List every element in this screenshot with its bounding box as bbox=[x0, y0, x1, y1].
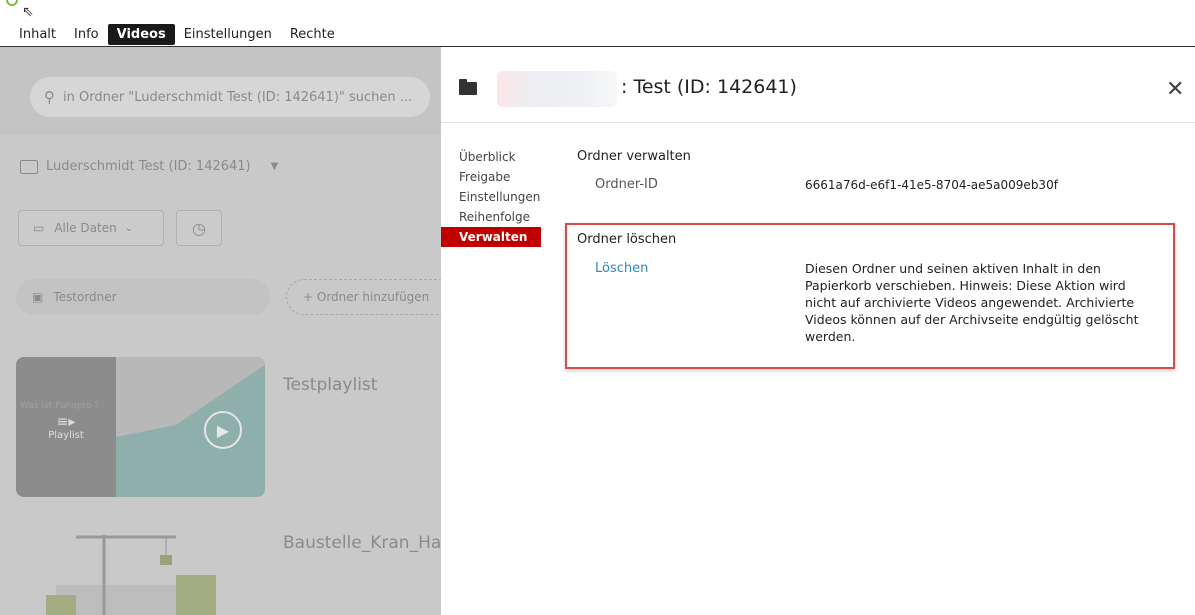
status-dot-icon bbox=[6, 0, 18, 6]
play-icon: ▶ bbox=[204, 411, 242, 449]
overlay-text: Was ist Panopto ? bbox=[20, 401, 100, 411]
mouse-cursor-icon: ⇖ bbox=[22, 4, 34, 20]
history-button[interactable]: ◷ bbox=[176, 210, 222, 246]
folder-selector[interactable]: Luderschmidt Test (ID: 142641) ▼ bbox=[20, 159, 278, 174]
search-icon: ⚲ bbox=[44, 88, 55, 106]
settings-nav: Überblick Freigabe Einstellungen Reihenf… bbox=[441, 147, 541, 247]
manage-section: Ordner verwalten bbox=[577, 149, 1177, 164]
search-input[interactable]: ⚲ in Ordner "Luderschmidt Test (ID: 1426… bbox=[30, 77, 430, 117]
subfolder-item[interactable]: ▣ Testordner bbox=[16, 279, 270, 315]
folder-id-value: 6661a76d-e6f1-41e5-8704-ae5a009eb30f bbox=[805, 178, 1058, 192]
panel-header: : Test (ID: 142641) ✕ bbox=[441, 47, 1195, 123]
video-thumbnail[interactable] bbox=[16, 515, 265, 615]
chevron-down-icon: ⌄ bbox=[124, 222, 134, 234]
calendar-icon: ▭ bbox=[33, 221, 45, 235]
redacted-name bbox=[497, 71, 617, 107]
nav-item-einstellungen[interactable]: Einstellungen bbox=[441, 187, 541, 207]
playlist-overlay: Was ist Panopto ? ≡▸ Playlist bbox=[16, 357, 116, 497]
playlist-icon: ≡▸ bbox=[56, 413, 76, 430]
folder-icon bbox=[20, 159, 38, 174]
playlist-badge: Playlist bbox=[48, 429, 84, 441]
delete-link[interactable]: Löschen bbox=[595, 261, 648, 276]
tab-bar: Inhalt Info Videos Einstellungen Rechte bbox=[10, 24, 344, 45]
delete-section-title: Ordner löschen bbox=[577, 232, 677, 247]
folder-id-label: Ordner-ID bbox=[595, 177, 658, 192]
tab-einstellungen[interactable]: Einstellungen bbox=[175, 24, 281, 45]
tab-videos[interactable]: Videos bbox=[107, 24, 175, 45]
nav-item-ueberblick[interactable]: Überblick bbox=[441, 147, 541, 167]
nav-item-verwalten[interactable]: Verwalten bbox=[441, 227, 541, 247]
folder-icon bbox=[459, 79, 477, 95]
folder-browser-backdrop: ⚲ in Ordner "Luderschmidt Test (ID: 1426… bbox=[0, 47, 441, 615]
folder-settings-panel: : Test (ID: 142641) ✕ Überblick Freigabe… bbox=[441, 47, 1195, 615]
subfolder-icon: ▣ bbox=[32, 290, 44, 304]
tab-rechte[interactable]: Rechte bbox=[281, 24, 344, 45]
add-folder-button[interactable]: + Ordner hinzufügen bbox=[286, 279, 441, 315]
tab-info[interactable]: Info bbox=[65, 24, 108, 45]
add-folder-label: + Ordner hinzufügen bbox=[303, 290, 430, 304]
item-title[interactable]: Testplaylist bbox=[283, 375, 377, 395]
date-filter-button[interactable]: ▭ Alle Daten ⌄ bbox=[18, 210, 164, 246]
top-strip: ⇖ Inhalt Info Videos Einstellungen Recht… bbox=[0, 0, 1195, 48]
clock-icon: ◷ bbox=[192, 218, 206, 238]
nav-item-reihenfolge[interactable]: Reihenfolge bbox=[441, 207, 541, 227]
close-icon[interactable]: ✕ bbox=[1166, 77, 1184, 102]
date-filter-label: Alle Daten bbox=[54, 221, 117, 235]
crane-illustration bbox=[16, 515, 265, 615]
thumbnail-graphic bbox=[116, 357, 265, 497]
search-placeholder: in Ordner "Luderschmidt Test (ID: 142641… bbox=[63, 89, 413, 105]
caret-down-icon: ▼ bbox=[270, 161, 279, 172]
panel-title: : Test (ID: 142641) bbox=[621, 76, 797, 98]
section-title: Ordner verwalten bbox=[577, 149, 691, 164]
delete-description: Diesen Ordner und seinen aktiven Inhalt … bbox=[805, 261, 1139, 344]
folder-name: Luderschmidt Test (ID: 142641) bbox=[46, 159, 251, 174]
nav-item-freigabe[interactable]: Freigabe bbox=[441, 167, 541, 187]
tab-inhalt[interactable]: Inhalt bbox=[10, 24, 65, 45]
subfolder-label: Testordner bbox=[53, 290, 117, 304]
playlist-thumbnail[interactable]: Was ist Panopto ? ≡▸ Playlist ▶ bbox=[16, 357, 265, 497]
item-title[interactable]: Baustelle_Kran_Hae bbox=[283, 533, 441, 553]
